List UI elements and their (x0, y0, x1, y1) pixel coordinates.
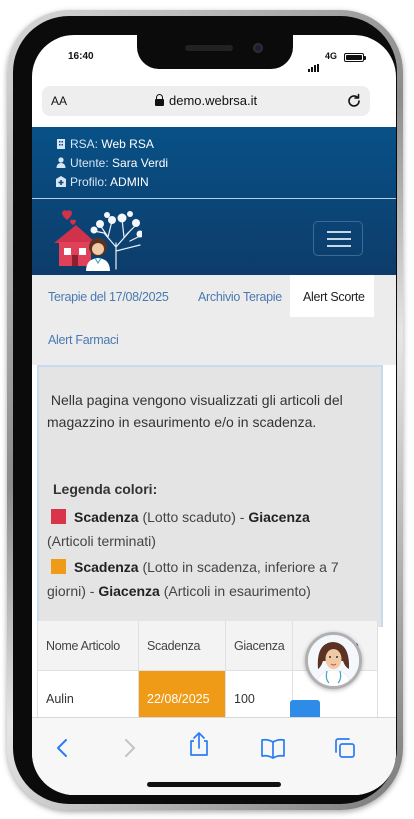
battery-icon (344, 53, 366, 62)
home-indicator (147, 782, 281, 787)
column-header-expiry[interactable]: Scadenza (139, 621, 226, 671)
rsa-value: Web RSA (101, 137, 154, 151)
front-camera (253, 43, 263, 53)
signal-icon (308, 54, 320, 72)
browser-toolbar (32, 717, 396, 795)
info-panel: Nella pagina vengono visualizzati gli ar… (37, 365, 383, 627)
menu-toggle-button[interactable] (313, 221, 363, 256)
phone-screen: 16:40 4G AA demo.webrsa.it RSA: Web RSA … (32, 35, 396, 795)
tab-alert-scorte[interactable]: Alert Scorte (290, 275, 374, 317)
legend-item-expired: Scadenza (Lotto scaduto) - Giacenza (Art… (47, 509, 310, 549)
rsa-label: RSA: (70, 137, 99, 151)
tab-archivio-terapie[interactable]: Archivio Terapie (198, 290, 282, 304)
hospital-icon (56, 176, 66, 187)
url-text[interactable]: demo.webrsa.it (169, 93, 257, 108)
assistant-avatar[interactable] (305, 632, 362, 689)
webrsa-logo[interactable] (50, 207, 142, 271)
lock-icon (155, 94, 164, 107)
table-cell-stock: 100 (226, 671, 293, 721)
notch (137, 35, 293, 69)
user-label: Utente: (70, 156, 109, 170)
profile-value: ADMIN (110, 175, 149, 189)
speaker (185, 45, 233, 51)
reload-icon[interactable] (345, 92, 363, 110)
forward-icon[interactable] (116, 736, 142, 760)
session-info: RSA: Web RSA Utente: Sara Verdi Profilo:… (32, 127, 396, 199)
status-time: 16:40 (68, 51, 94, 62)
bookmarks-icon[interactable] (260, 736, 286, 760)
user-icon (56, 157, 66, 168)
share-icon[interactable] (186, 732, 212, 756)
rsa-row: RSA: Web RSA (56, 137, 154, 151)
tab-bar: Terapie del 17/08/2025 Archivio Terapie … (32, 275, 396, 365)
page-description: Nella pagina vengono visualizzati gli ar… (47, 392, 343, 430)
profile-label: Profilo: (70, 175, 108, 189)
red-swatch (51, 509, 66, 524)
address-bar[interactable]: AA demo.webrsa.it (42, 86, 370, 116)
table-cell-name: Aulin (38, 671, 139, 721)
user-value: Sara Verdi (112, 156, 169, 170)
column-header-name[interactable]: Nome Articolo (38, 621, 139, 671)
tabs-icon[interactable] (332, 736, 358, 760)
text-size-button[interactable]: AA (51, 94, 67, 108)
tab-terapie-oggi[interactable]: Terapie del 17/08/2025 (48, 290, 169, 304)
profile-row: Profilo: ADMIN (56, 175, 149, 189)
table-cell-expiry: 22/08/2025 (139, 671, 226, 721)
network-label: 4G (325, 51, 338, 61)
back-icon[interactable] (50, 736, 76, 760)
user-row: Utente: Sara Verdi (56, 156, 168, 170)
orange-swatch (51, 559, 66, 574)
app-header: RSA: Web RSA Utente: Sara Verdi Profilo:… (32, 127, 396, 275)
building-icon (57, 139, 65, 149)
legend-item-expiring: Scadenza (Lotto in scadenza, inferiore a… (47, 559, 339, 599)
legend-title: Legenda colori: (53, 481, 158, 497)
tab-alert-farmaci[interactable]: Alert Farmaci (48, 333, 119, 347)
column-header-stock[interactable]: Giacenza (226, 621, 293, 671)
